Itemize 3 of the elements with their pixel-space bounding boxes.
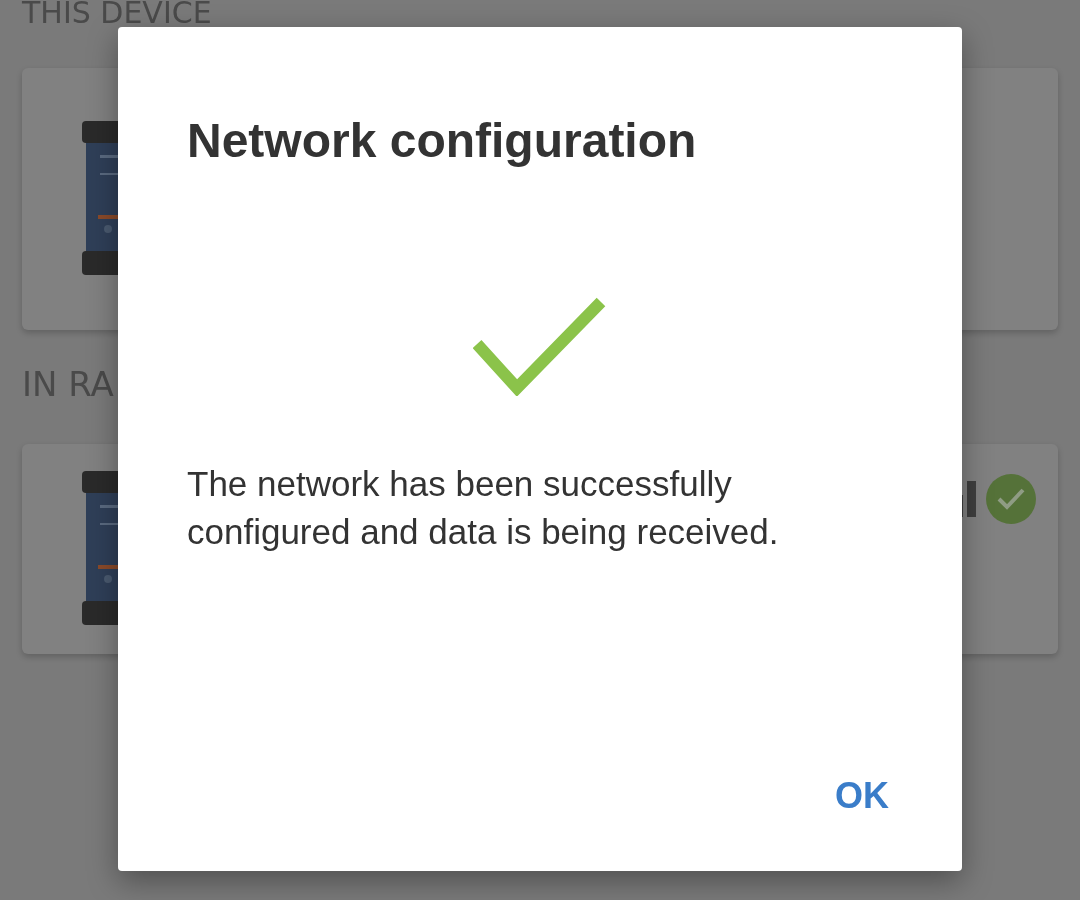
ok-button[interactable]: OK [825, 769, 899, 823]
dialog-message: The network has been successfully configured and data is being received. [187, 463, 780, 553]
dialog-title: Network configuration [187, 113, 697, 168]
